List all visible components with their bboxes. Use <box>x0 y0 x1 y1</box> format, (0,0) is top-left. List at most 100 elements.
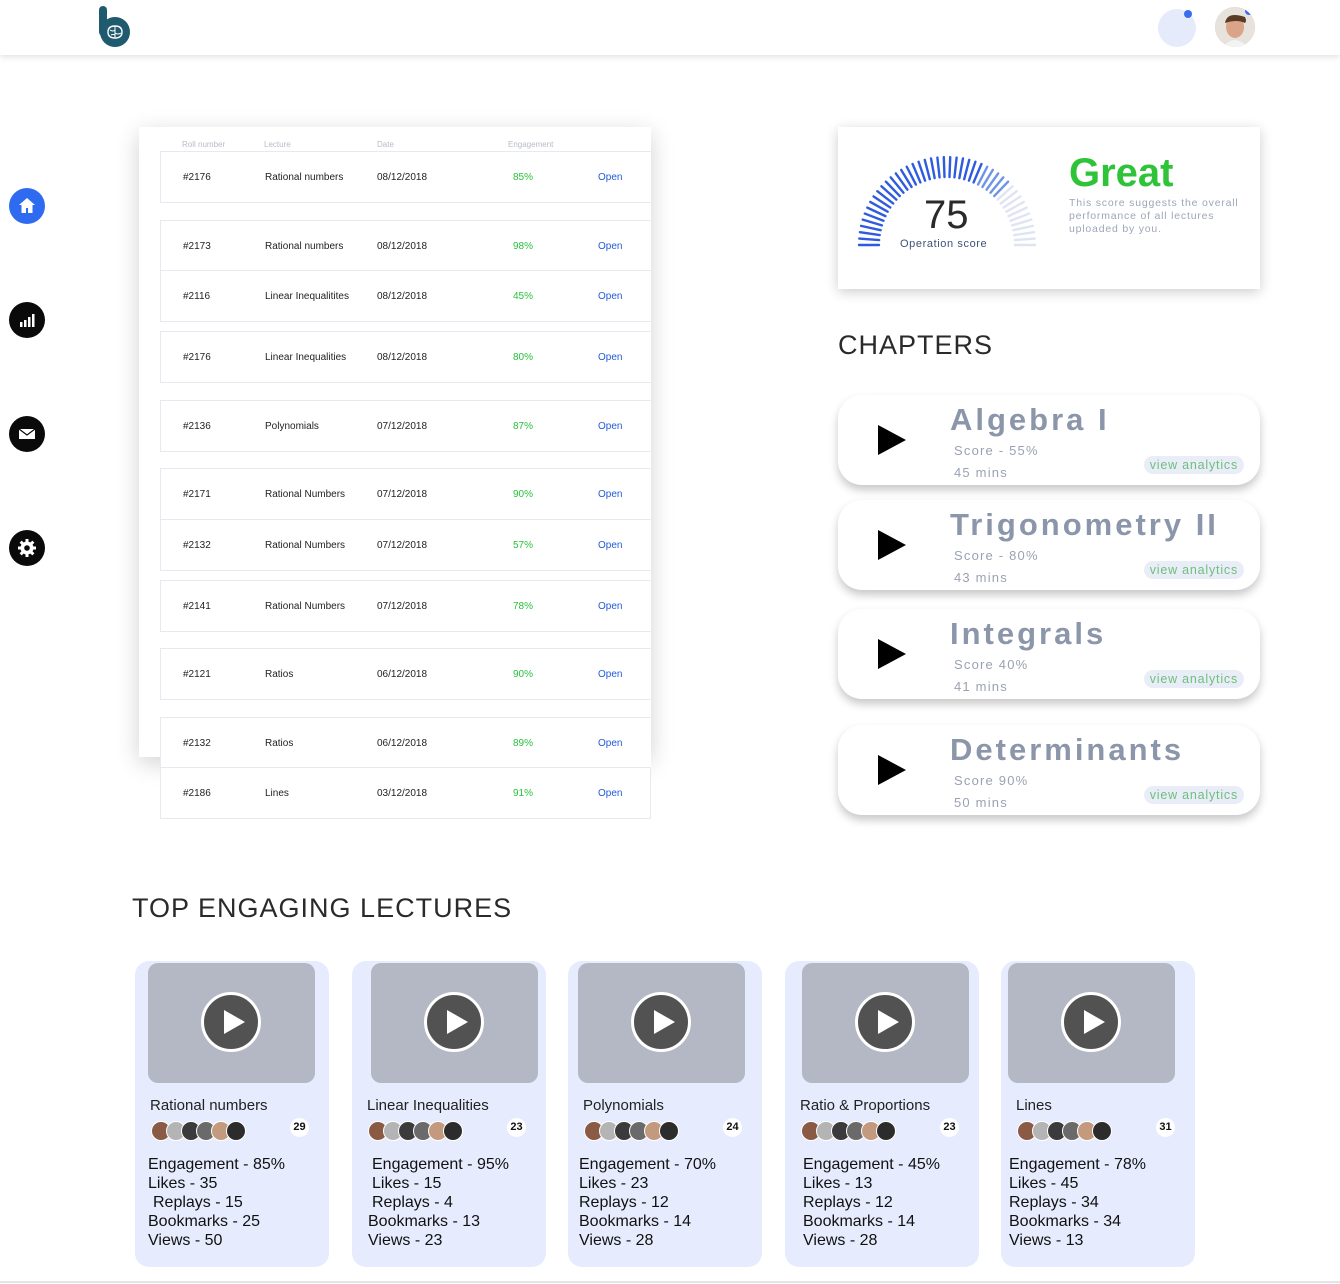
chapter-duration: 50 mins <box>954 795 1008 810</box>
engagement-value: 90% <box>513 669 534 680</box>
stat-bookmarks: Bookmarks - 34 <box>1009 1213 1122 1230</box>
view-analytics-link[interactable]: view analytics <box>1143 456 1244 474</box>
chapters-heading: CHAPTERS <box>838 330 994 360</box>
gauge-tick <box>1012 224 1035 232</box>
gauge-tick <box>1010 218 1033 227</box>
top-lectures-heading: TOP ENGAGING LECTURES <box>132 893 513 923</box>
table-row: #2176 Rational numbers 08/12/2018 85% Op… <box>160 151 651 203</box>
lecture-date: 08/12/2018 <box>377 352 428 363</box>
lecture-name: Rational numbers <box>265 172 344 183</box>
gauge-tick <box>858 230 881 237</box>
roll-number: #2121 <box>183 669 211 680</box>
stat-likes: Likes - 23 <box>579 1175 649 1192</box>
stat-engagement: Engagement - 70% <box>579 1156 716 1173</box>
play-icon[interactable] <box>878 639 906 669</box>
view-analytics-link[interactable]: view analytics <box>1143 561 1244 579</box>
lecture-stats: Engagement - 85% Likes - 35 Replays - 15… <box>148 1155 285 1250</box>
viewer-avatar <box>226 1121 246 1141</box>
stat-engagement: Engagement - 95% <box>372 1156 509 1173</box>
roll-number: #2186 <box>183 788 211 799</box>
chapter-card[interactable]: Trigonometry II Score - 80% 43 mins view… <box>838 500 1260 590</box>
open-link[interactable]: Open <box>598 291 622 302</box>
lecture-card-title: Lines <box>1016 1097 1052 1114</box>
chapter-score: Score 90% <box>954 773 1029 788</box>
bell-icon[interactable] <box>1158 9 1196 47</box>
lecture-name: Lines <box>265 788 289 799</box>
stat-views: Views - 23 <box>368 1232 443 1249</box>
lecture-card[interactable]: Lines 31 Engagement - 78% Likes - 45 Rep… <box>1001 961 1195 1267</box>
video-thumbnail[interactable] <box>802 963 969 1083</box>
play-circle-icon[interactable] <box>631 992 691 1052</box>
chapter-name: Algebra I <box>950 402 1110 437</box>
lecture-date: 08/12/2018 <box>377 172 428 183</box>
open-link[interactable]: Open <box>598 489 622 500</box>
open-link[interactable]: Open <box>598 241 622 252</box>
table-row: #2132 Rational Numbers 07/12/2018 57% Op… <box>160 519 651 571</box>
brain-logo-icon[interactable] <box>97 6 133 48</box>
lecture-name: Rational numbers <box>265 241 344 252</box>
open-link[interactable]: Open <box>598 421 622 432</box>
video-thumbnail[interactable] <box>578 963 745 1083</box>
play-circle-icon[interactable] <box>855 992 915 1052</box>
lecture-card[interactable]: Rational numbers 29 Engagement - 85% Lik… <box>135 961 329 1267</box>
gauge-tick <box>929 157 936 180</box>
stat-views: Views - 50 <box>148 1232 223 1249</box>
operation-score-value: 75 <box>924 193 969 237</box>
chapter-card[interactable]: Integrals Score 40% 41 mins view analyti… <box>838 609 1260 699</box>
open-link[interactable]: Open <box>598 352 622 363</box>
gauge-tick <box>861 218 884 227</box>
lecture-card[interactable]: Polynomials 24 Engagement - 70% Likes - … <box>568 961 762 1267</box>
table-row: #2176 Linear Inequalities 08/12/2018 80%… <box>160 331 651 383</box>
roll-number: #2176 <box>183 172 211 183</box>
stat-replays: Replays - 12 <box>803 1194 893 1211</box>
play-circle-icon[interactable] <box>201 992 261 1052</box>
chapter-card[interactable]: Determinants Score 90% 50 mins view anal… <box>838 725 1260 815</box>
play-circle-icon[interactable] <box>424 992 484 1052</box>
table-row: #2171 Rational Numbers 07/12/2018 90% Op… <box>160 468 651 520</box>
sidebar-item-settings[interactable] <box>9 530 45 566</box>
play-icon[interactable] <box>878 425 906 455</box>
chapter-score: Score - 80% <box>954 548 1039 563</box>
stat-replays: Replays - 12 <box>579 1194 669 1211</box>
view-analytics-link[interactable]: view analytics <box>1143 786 1244 804</box>
viewer-avatar <box>443 1121 463 1141</box>
viewer-count: 31 <box>1156 1118 1175 1137</box>
operation-score-label: Operation score <box>900 238 988 250</box>
lecture-name: Rational Numbers <box>265 489 346 500</box>
open-link[interactable]: Open <box>598 738 622 749</box>
home-icon <box>19 198 35 213</box>
gauge-tick <box>992 180 1010 198</box>
lecture-card[interactable]: Linear Inequalities 23 Engagement - 95% … <box>352 961 546 1267</box>
sidebar-item-home[interactable] <box>9 188 45 224</box>
video-thumbnail[interactable] <box>1008 963 1175 1083</box>
play-icon[interactable] <box>878 530 906 560</box>
user-avatar[interactable] <box>1215 7 1255 47</box>
chapter-card[interactable]: Algebra I Score - 55% 45 mins view analy… <box>838 395 1260 485</box>
lecture-card[interactable]: Ratio & Proportions 23 Engagement - 45% … <box>785 961 979 1267</box>
play-icon[interactable] <box>878 755 906 785</box>
video-thumbnail[interactable] <box>148 963 315 1083</box>
lecture-date: 06/12/2018 <box>377 669 428 680</box>
column-header-date: Date <box>377 140 394 149</box>
open-link[interactable]: Open <box>598 172 622 183</box>
video-thumbnail[interactable] <box>371 963 538 1083</box>
roll-number: #2132 <box>183 540 211 551</box>
view-analytics-link[interactable]: view analytics <box>1143 670 1244 688</box>
stat-likes: Likes - 13 <box>803 1175 873 1192</box>
lecture-date: 07/12/2018 <box>377 421 428 432</box>
lecture-card-title: Polynomials <box>583 1097 664 1114</box>
sidebar-item-messages[interactable] <box>9 416 45 452</box>
roll-number: #2136 <box>183 421 211 432</box>
gear-icon <box>18 539 36 557</box>
gauge-tick <box>923 158 932 181</box>
play-circle-icon[interactable] <box>1061 992 1121 1052</box>
open-link[interactable]: Open <box>598 788 622 799</box>
open-link[interactable]: Open <box>598 669 622 680</box>
open-link[interactable]: Open <box>598 601 622 612</box>
stat-engagement: Engagement - 45% <box>803 1156 940 1173</box>
open-link[interactable]: Open <box>598 540 622 551</box>
viewer-count: 23 <box>940 1118 959 1137</box>
lecture-card-title: Ratio & Proportions <box>800 1097 931 1114</box>
stat-engagement: Engagement - 85% <box>148 1156 285 1173</box>
sidebar-item-analytics[interactable] <box>9 302 45 338</box>
